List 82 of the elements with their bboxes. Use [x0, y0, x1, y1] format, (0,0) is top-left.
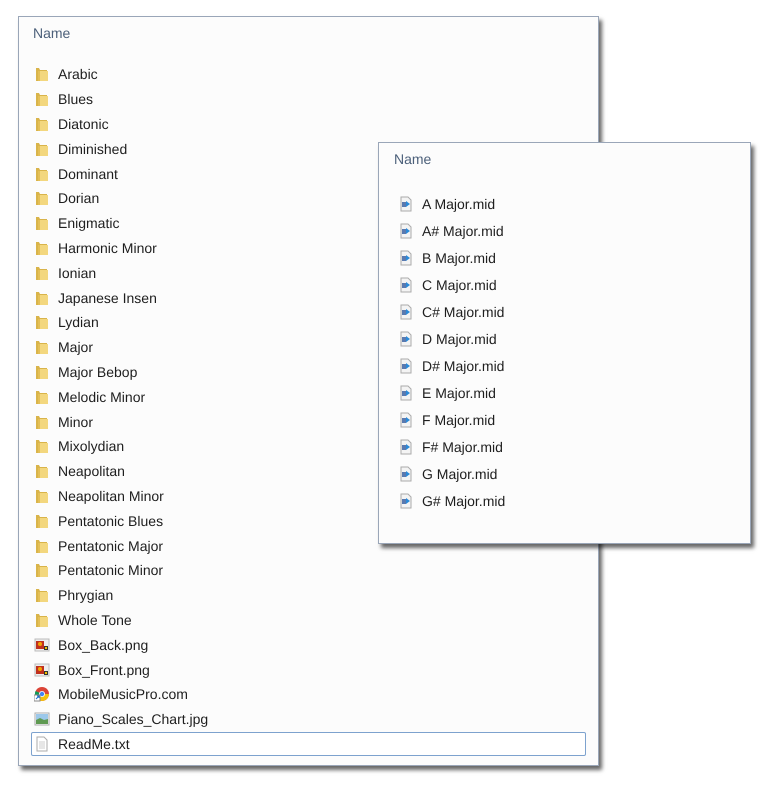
folder-icon — [34, 264, 50, 281]
column-header[interactable]: Name — [379, 143, 750, 171]
file-row[interactable]: F# Major.mid — [391, 433, 510, 460]
file-row[interactable]: Ionian — [31, 260, 104, 286]
folder-icon — [34, 91, 50, 108]
file-row[interactable]: Dominant — [31, 161, 125, 186]
picture-file-icon — [34, 711, 50, 728]
folder-icon — [34, 612, 50, 628]
folder-icon — [34, 364, 50, 380]
folder-icon — [34, 587, 50, 604]
folder-icon — [34, 215, 50, 232]
folder-icon — [34, 290, 50, 306]
file-row[interactable]: B Major.mid — [391, 244, 503, 271]
folder-icon — [34, 538, 50, 554]
folder-icon — [34, 66, 50, 82]
audio-file-icon — [398, 304, 414, 320]
file-row[interactable]: Box_Front.png — [31, 657, 157, 682]
audio-file-icon — [398, 412, 414, 428]
text-file-icon — [34, 736, 50, 752]
file-row[interactable]: A Major.mid — [391, 190, 502, 217]
file-row[interactable]: D# Major.mid — [391, 352, 512, 379]
folder-icon — [34, 463, 50, 480]
folder-icon — [34, 562, 50, 578]
folder-icon — [34, 190, 50, 206]
audio-file-icon — [398, 358, 414, 374]
file-row[interactable]: Neapolitan — [31, 458, 132, 484]
file-row[interactable]: Arabic — [31, 62, 105, 87]
folder-icon — [34, 240, 50, 256]
file-row[interactable]: MobileMusicPro.com — [31, 682, 195, 707]
file-row[interactable]: Diatonic — [31, 112, 116, 136]
file-row[interactable]: Major — [31, 334, 100, 360]
file-row[interactable]: Piano_Scales_Chart.jpg — [31, 706, 216, 732]
file-row[interactable]: Minor — [31, 409, 100, 434]
file-row[interactable]: Box_Back.png — [31, 632, 156, 658]
file-row[interactable]: A# Major.mid — [391, 217, 511, 244]
file-row[interactable]: Japanese Insen — [31, 285, 164, 310]
folder-icon — [34, 116, 50, 132]
file-row[interactable]: Neapolitan Minor — [31, 484, 171, 508]
audio-file-icon — [398, 384, 414, 400]
file-row[interactable]: G Major.mid — [391, 460, 504, 487]
file-row[interactable]: Major Bebop — [31, 360, 144, 384]
file-row[interactable]: G# Major.mid — [391, 487, 512, 514]
file-row[interactable]: Dorian — [31, 186, 106, 211]
file-row[interactable]: C Major.mid — [391, 271, 504, 298]
file-row[interactable]: D Major.mid — [391, 325, 504, 352]
browser-icon — [34, 686, 50, 702]
audio-file-icon — [398, 276, 414, 292]
audio-file-icon — [398, 330, 414, 346]
folder-icon — [34, 140, 50, 157]
file-row[interactable]: Melodic Minor — [31, 384, 152, 410]
folder-icon — [34, 166, 50, 182]
file-row[interactable]: E Major.mid — [391, 379, 503, 406]
image-file-icon — [34, 662, 50, 678]
folder-icon — [34, 314, 50, 330]
folder-icon — [34, 388, 50, 405]
file-row[interactable]: Pentatonic Major — [31, 533, 170, 558]
file-row[interactable]: ReadMe.txt — [31, 732, 586, 756]
folder-icon — [34, 512, 50, 529]
folder-icon — [34, 414, 50, 430]
audio-file-icon — [398, 196, 414, 212]
file-row[interactable]: C# Major.mid — [391, 298, 512, 325]
column-header[interactable]: Name — [19, 17, 598, 45]
audio-file-icon — [398, 466, 414, 482]
file-row[interactable]: Diminished — [31, 136, 134, 162]
file-row[interactable]: Whole Tone — [31, 608, 139, 632]
file-row[interactable]: Mixolydian — [31, 434, 132, 459]
file-row[interactable]: Blues — [31, 86, 100, 112]
file-row[interactable]: Pentatonic Blues — [31, 508, 170, 534]
audio-file-icon — [398, 250, 414, 266]
audio-file-icon — [398, 492, 414, 508]
audio-file-icon — [398, 222, 414, 238]
file-row[interactable]: Harmonic Minor — [31, 236, 164, 260]
image-file-icon — [34, 636, 50, 653]
audio-file-icon — [398, 438, 414, 454]
folder-icon — [34, 438, 50, 454]
file-row[interactable]: Pentatonic Minor — [31, 558, 170, 583]
folder-icon — [34, 488, 50, 504]
file-row[interactable]: Lydian — [31, 310, 106, 335]
file-row[interactable]: F Major.mid — [391, 406, 502, 433]
file-row[interactable]: Enigmatic — [31, 210, 126, 236]
file-row[interactable]: Phrygian — [31, 582, 120, 608]
folder-icon — [34, 339, 50, 356]
